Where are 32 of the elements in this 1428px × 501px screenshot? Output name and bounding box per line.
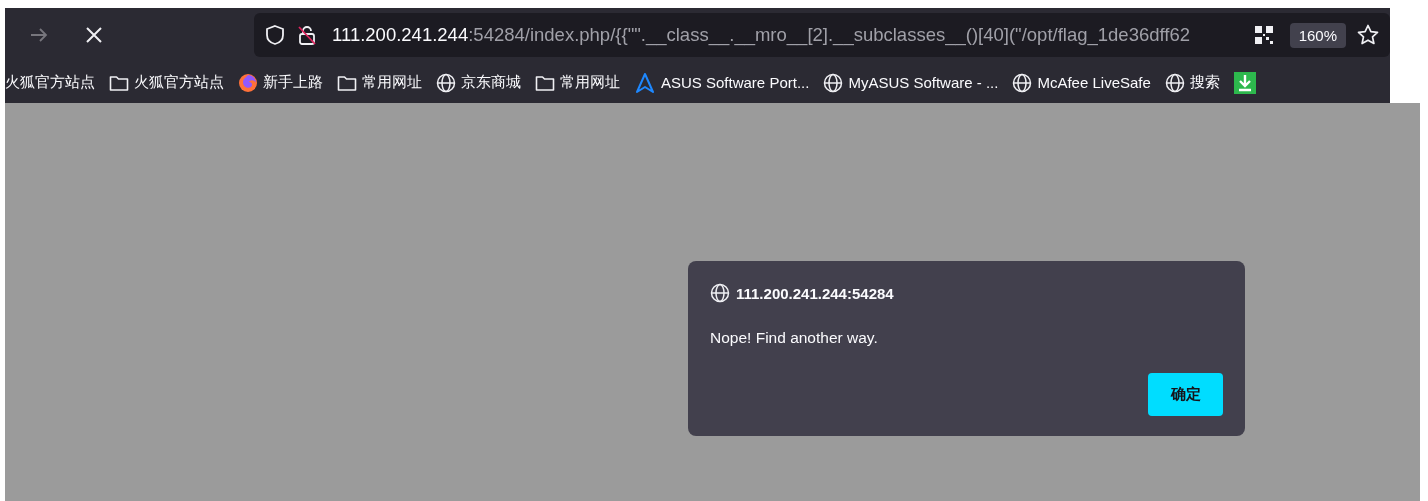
crossed-lock-icon [296,24,319,46]
bookmark-link[interactable]: 火狐官方站点 [5,73,95,92]
globe-icon [823,72,844,93]
bookmark-link[interactable]: 常用网址 [560,73,620,92]
ok-button[interactable]: 确定 [1148,373,1223,416]
qr-code-icon[interactable] [1253,25,1274,45]
dialog-message: Nope! Find another way. [710,329,879,347]
globe-icon [1012,72,1033,93]
bookmark-link[interactable]: 搜索 [1189,73,1220,92]
address-bar[interactable]: 111.200.241.244:54284/index.php/{{"".__class__.__mro__[2].__subclasses__()[40]("/opt/flag_1de36dff62 160% [254,13,1390,57]
globe-icon [436,72,456,93]
bookmark-link[interactable]: 京东商城 [461,73,521,92]
globe-icon [1164,72,1185,93]
close-icon [84,25,105,45]
triangle-logo-icon [634,71,656,94]
zoom-level-badge[interactable]: 160% [1289,22,1346,48]
folder-icon [109,73,129,92]
bookmark-link[interactable]: 新手上路 [263,73,323,92]
bookmark-link[interactable]: MyASUS Software - ... [848,74,999,91]
bookmark-link[interactable]: 火狐官方站点 [134,73,224,92]
url-text: 111.200.241.244:54284/index.php/{{"".__class__.__mro__[2].__subclasses__()[40]("/opt/flag_1de36dff62 [332,24,1192,46]
globe-icon [710,283,730,303]
browser-logo-icon [238,72,258,93]
shield-icon [264,24,287,46]
bookmark-link[interactable]: ASUS Software Port... [661,74,810,91]
dialog-title: 111.200.241.244:54284 [736,284,894,302]
folder-icon [337,73,357,92]
bookmark-link[interactable]: McAfee LiveSafe [1037,74,1151,91]
bookmark-link[interactable]: 常用网址 [362,73,422,92]
download-icon [1233,71,1256,94]
folder-icon [535,73,555,92]
star-icon[interactable] [1356,23,1380,47]
